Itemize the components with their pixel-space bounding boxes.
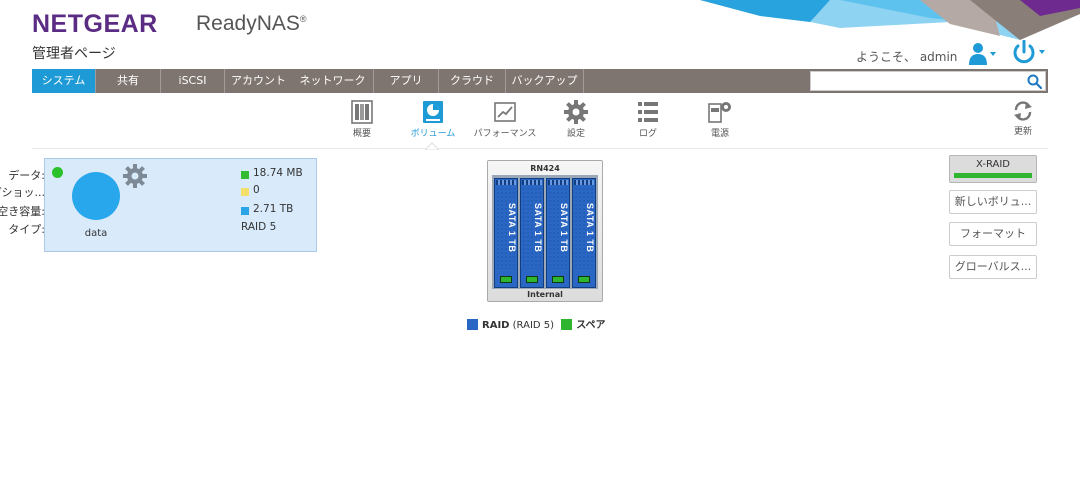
tab-backup[interactable]: バックアップ	[506, 69, 584, 93]
subnav-label: 電源	[710, 129, 729, 139]
disk-bay[interactable]: SATA 1 TB	[494, 178, 518, 288]
type-value: RAID 5	[241, 221, 277, 233]
tab-accounts[interactable]: アカウント	[225, 69, 292, 93]
disk-label: SATA 1 TB	[585, 203, 595, 253]
tab-system[interactable]: システム	[32, 69, 96, 93]
refresh-icon	[1014, 101, 1032, 121]
disk-status-led	[552, 276, 564, 283]
nas-chassis: RN424 SATA 1 TB SATA 1 TB SATA 1 TB SATA…	[487, 160, 603, 302]
header-banner-graphic	[700, 0, 1080, 40]
product-name: ReadyNAS®	[196, 12, 307, 35]
subnav-settings[interactable]: 設定	[541, 100, 611, 139]
spare-swatch	[561, 319, 573, 330]
disk-bays: SATA 1 TB SATA 1 TB SATA 1 TB SATA 1 TB	[492, 175, 598, 289]
disk-legend: RAID (RAID 5) スペア	[467, 316, 606, 331]
raid-legend-label: RAID	[482, 320, 510, 331]
xraid-label: X-RAID	[976, 159, 1010, 170]
header: NETGEAR ReadyNAS® 管理者ページ ようこそ、 admin	[0, 0, 1080, 68]
disk-bay[interactable]: SATA 1 TB	[520, 178, 544, 288]
snapshot-swatch	[241, 188, 249, 196]
volume-settings-gear-icon[interactable]	[123, 164, 147, 188]
disk-label: SATA 1 TB	[507, 203, 517, 253]
welcome-text: ようこそ、 admin	[856, 50, 958, 64]
active-tab-caret	[425, 142, 439, 150]
volume-card[interactable]: data データ: 18.74 MB スナップショッ... 0 空き容量: 2.…	[0, 158, 317, 252]
type-label: タイプ:	[8, 223, 45, 236]
disk-label: SATA 1 TB	[559, 203, 569, 253]
nas-location-label: Internal	[527, 290, 563, 299]
raid-swatch	[467, 319, 478, 330]
disk-status-led	[500, 276, 512, 283]
free-swatch	[241, 207, 249, 215]
subnav-power[interactable]: 電源	[685, 100, 755, 139]
new-volume-button[interactable]: 新しいボリュ...	[949, 190, 1037, 214]
nas-model-label: RN424	[530, 164, 560, 173]
format-button[interactable]: フォーマット	[949, 222, 1037, 246]
tab-cloud[interactable]: クラウド	[439, 69, 506, 93]
raid-type-label: (RAID 5)	[512, 320, 555, 331]
volume-icon	[423, 101, 443, 123]
disk-status-led	[578, 276, 590, 283]
subnav-overview[interactable]: 概要	[327, 100, 397, 139]
data-label: データ:	[8, 169, 45, 182]
volume-usage-pie	[72, 172, 120, 220]
subnav-label: ボリューム	[410, 129, 456, 139]
page-title: 管理者ページ	[32, 46, 116, 62]
snapshot-label: スナップショッ...	[0, 186, 45, 199]
data-swatch	[241, 171, 249, 179]
power-settings-icon	[708, 102, 731, 123]
free-label: 空き容量:	[0, 205, 45, 218]
user-menu-icon[interactable]	[968, 42, 996, 66]
subnav-logs[interactable]: ログ	[613, 100, 683, 139]
search-icon[interactable]	[1027, 74, 1042, 89]
refresh-label: 更新	[1013, 127, 1032, 137]
subnav-label: 設定	[566, 129, 585, 139]
settings-gear-icon	[564, 100, 588, 124]
subnav-performance[interactable]: パフォーマンス	[470, 100, 540, 139]
volume-status-dot	[52, 167, 63, 178]
subnav-label: パフォーマンス	[473, 129, 537, 139]
spare-legend-label: スペア	[576, 320, 606, 331]
subnav-volumes[interactable]: ボリューム	[398, 100, 468, 139]
xraid-button[interactable]: X-RAID	[949, 155, 1037, 183]
global-spare-button[interactable]: グローバルス...	[949, 255, 1037, 279]
snapshot-value: 0	[253, 184, 260, 196]
disk-bay[interactable]: SATA 1 TB	[572, 178, 596, 288]
tab-network[interactable]: ネットワーク	[292, 69, 374, 93]
power-menu-icon[interactable]	[1010, 40, 1046, 66]
subnav-label: ログ	[638, 129, 657, 139]
logs-icon	[638, 102, 658, 122]
volume-name: data	[84, 228, 108, 239]
netgear-logo: NETGEAR	[32, 10, 158, 38]
tab-iscsi[interactable]: iSCSI	[161, 69, 225, 93]
overview-icon	[351, 100, 373, 124]
main-nav: システム 共有 iSCSI アカウント ネットワーク アプリ クラウド バックア…	[32, 69, 1048, 93]
search-input[interactable]	[810, 71, 1046, 91]
tab-apps[interactable]: アプリ	[374, 69, 439, 93]
tab-shares[interactable]: 共有	[96, 69, 161, 93]
xraid-status-bar	[954, 173, 1032, 178]
refresh-button[interactable]: 更新	[988, 100, 1058, 137]
disk-label: SATA 1 TB	[533, 203, 543, 253]
subnav-divider	[32, 148, 1048, 149]
data-value: 18.74 MB	[253, 167, 303, 179]
disk-status-led	[526, 276, 538, 283]
free-value: 2.71 TB	[253, 203, 294, 215]
subnav-label: 概要	[352, 129, 371, 139]
performance-icon	[494, 102, 516, 122]
disk-bay[interactable]: SATA 1 TB	[546, 178, 570, 288]
